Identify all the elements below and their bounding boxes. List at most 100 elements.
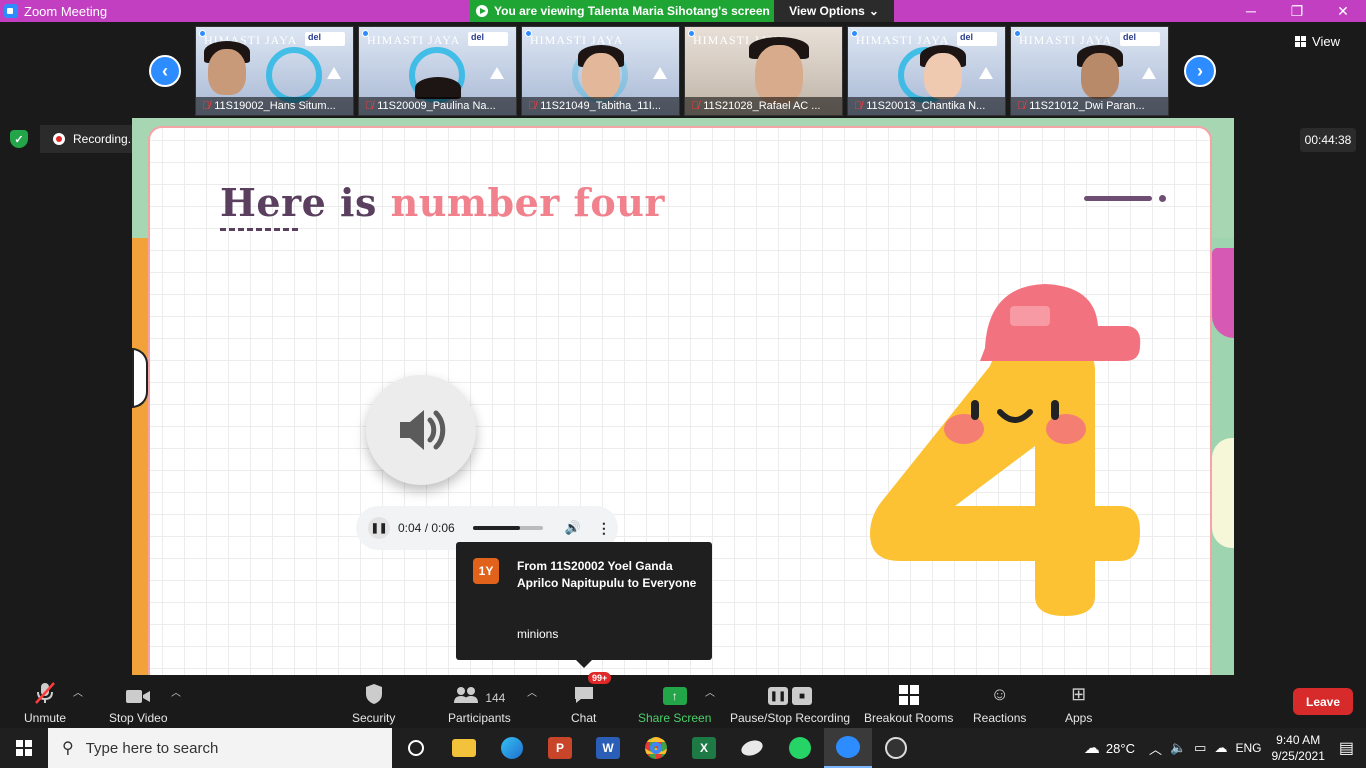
encryption-shield-icon[interactable]: ✓ (10, 130, 28, 148)
chat-message: minions (517, 627, 559, 641)
cortana-icon[interactable] (392, 728, 440, 768)
share-options-caret-icon[interactable]: ︿ (705, 684, 715, 699)
chat-button[interactable]: Chat (571, 681, 596, 725)
chevron-down-icon: ⌄ (868, 4, 879, 18)
video-thumbnails: HIMASTI JAYA del 🎙̸ 11S19002_Hans Situm..… (195, 26, 1169, 116)
clock-date: 9/25/2021 (1271, 749, 1325, 763)
participants-icon: 144 (453, 681, 505, 705)
meeting-timer: 00:44:38 (1300, 128, 1356, 152)
edge-browser-icon[interactable] (488, 728, 536, 768)
zoom-taskbar-icon[interactable] (824, 728, 872, 768)
view-label: View (1312, 34, 1340, 49)
chat-unread-badge: 99+ (588, 672, 612, 684)
video-options-caret-icon[interactable]: ︿ (171, 684, 181, 699)
participant-hair (415, 77, 461, 99)
chrome-icon[interactable] (632, 728, 680, 768)
participants-button[interactable]: 144 Participants (448, 681, 511, 725)
volume-icon[interactable]: 🔈 (1170, 740, 1186, 756)
apps-label: Apps (1065, 711, 1093, 725)
audio-options-caret-icon[interactable]: ︿ (73, 684, 83, 699)
more-options-icon[interactable]: ⋮ (597, 520, 611, 537)
audio-seek-bar[interactable] (472, 526, 543, 530)
security-button[interactable]: Security (352, 681, 395, 725)
leave-button[interactable]: Leave (1293, 688, 1353, 715)
temperature[interactable]: 28°C (1106, 741, 1135, 756)
window-controls: ─ ❐ ✕ (1228, 0, 1366, 22)
record-dot-icon (53, 133, 65, 145)
participant-tile[interactable]: HIMASTI JAYA del 🎙̸ 11S21012_Dwi Paran... (1010, 26, 1169, 116)
taskbar-clock[interactable]: 9:40 AM 9/25/2021 (1271, 732, 1324, 764)
taskbar-search-box[interactable]: ⚲ Type here to search (48, 728, 392, 768)
speaker-icon[interactable] (366, 375, 476, 485)
prev-page-button[interactable]: ‹ (149, 55, 181, 87)
battery-icon[interactable]: ▭ (1194, 740, 1206, 756)
recording-label: Recording... (73, 132, 138, 146)
participant-face (924, 53, 962, 99)
participants-caret-icon[interactable]: ︿ (527, 684, 537, 699)
zoom-logo-icon (4, 4, 18, 18)
participant-tile[interactable]: HIMASTI JAYA del 🎙̸ 11S20009_Paulina Na..… (358, 26, 517, 116)
windows-taskbar: ⚲ Type here to search P W X ☁ 28°C ︿ 🔈 ▭… (0, 728, 1366, 768)
participant-tile[interactable]: HIMASTI JAYA 🎙̸ 11S21028_Rafael AC ... (684, 26, 843, 116)
participant-tile[interactable]: HIMASTI JAYA del 🎙̸ 11S20013_Chantika N..… (847, 26, 1006, 116)
right-decoration-cream (1212, 438, 1234, 548)
participants-label: Participants (448, 711, 511, 725)
share-screen-button[interactable]: ↑ Share Screen (638, 681, 711, 725)
window-title: Zoom Meeting (24, 3, 108, 19)
audio-pause-button[interactable]: ❚❚ (368, 517, 390, 539)
word-icon[interactable]: W (584, 728, 632, 768)
banner-triangle-graphic (490, 67, 504, 79)
obs-icon[interactable] (872, 728, 920, 768)
banner-triangle-graphic (1142, 67, 1156, 79)
notifications-icon[interactable]: ▤ (1339, 738, 1354, 758)
start-button[interactable] (0, 728, 48, 768)
close-button[interactable]: ✕ (1320, 0, 1366, 22)
volume-icon[interactable]: 🔊 (565, 520, 581, 536)
decorative-dot (1159, 195, 1166, 202)
stop-icon: ■ (792, 687, 813, 705)
banner-triangle-graphic (653, 67, 667, 79)
participant-name-text: 11S21012_Dwi Paran... (1029, 100, 1145, 112)
view-layout-button[interactable]: View (1295, 34, 1340, 49)
breakout-rooms-button[interactable]: Breakout Rooms (864, 681, 953, 725)
slide-title-part-1: Here is (220, 180, 391, 225)
weather-cloud-icon[interactable]: ☁ (1084, 738, 1100, 758)
windows-logo-icon (16, 740, 32, 756)
stop-video-label: Stop Video (109, 711, 168, 725)
file-explorer-icon[interactable] (440, 728, 488, 768)
language-indicator[interactable]: ENG (1235, 741, 1261, 755)
excel-icon[interactable]: X (680, 728, 728, 768)
participant-face (1081, 53, 1119, 99)
onedrive-cloud-icon[interactable]: ☁ (1214, 740, 1227, 756)
paint-icon[interactable] (728, 728, 776, 768)
del-logo: del (1120, 32, 1160, 46)
banner-triangle-graphic (979, 67, 993, 79)
chat-notification[interactable]: 1Y From 11S20002 Yoel Ganda Aprilco Napi… (456, 542, 712, 668)
participant-tile[interactable]: HIMASTI JAYA del 🎙̸ 11S19002_Hans Situm..… (195, 26, 354, 116)
whatsapp-icon[interactable] (776, 728, 824, 768)
next-page-button[interactable]: › (1184, 55, 1216, 87)
system-tray: ☁ 28°C ︿ 🔈 ▭ ☁ ENG 9:40 AM 9/25/2021 ▤ (1084, 728, 1366, 768)
chevron-left-icon: ‹ (162, 60, 168, 81)
participant-tile[interactable]: HIMASTI JAYA 🎙̸ 11S21049_Tabitha_11I... (521, 26, 680, 116)
screen-share-icon (476, 5, 488, 17)
view-options-button[interactable]: View Options ⌄ (774, 0, 894, 22)
participants-count: 144 (485, 691, 506, 705)
mic-muted-icon: 🎙̸ (854, 100, 863, 112)
search-placeholder: Type here to search (85, 739, 219, 757)
unmute-button[interactable]: Unmute (24, 681, 66, 725)
participant-name: 🎙̸ 11S19002_Hans Situm... (196, 97, 353, 115)
viewing-banner: You are viewing Talenta Maria Sihotang's… (470, 0, 774, 22)
pause-stop-recording-button[interactable]: ❚❚ ■ Pause/Stop Recording (730, 681, 850, 725)
stop-video-button[interactable]: Stop Video (109, 681, 168, 725)
pause-stop-icons: ❚❚ ■ (768, 681, 813, 705)
powerpoint-icon[interactable]: P (536, 728, 584, 768)
title-underline (220, 228, 298, 231)
apps-button[interactable]: ⊞ Apps (1065, 681, 1092, 725)
restore-button[interactable]: ❐ (1274, 0, 1320, 22)
show-hidden-icons-icon[interactable]: ︿ (1149, 739, 1162, 758)
reactions-button[interactable]: ☺ Reactions (973, 681, 1026, 725)
participant-name: 🎙̸ 11S20013_Chantika N... (848, 97, 1005, 115)
minimize-button[interactable]: ─ (1228, 0, 1274, 22)
participant-name: 🎙̸ 11S20009_Paulina Na... (359, 97, 516, 115)
